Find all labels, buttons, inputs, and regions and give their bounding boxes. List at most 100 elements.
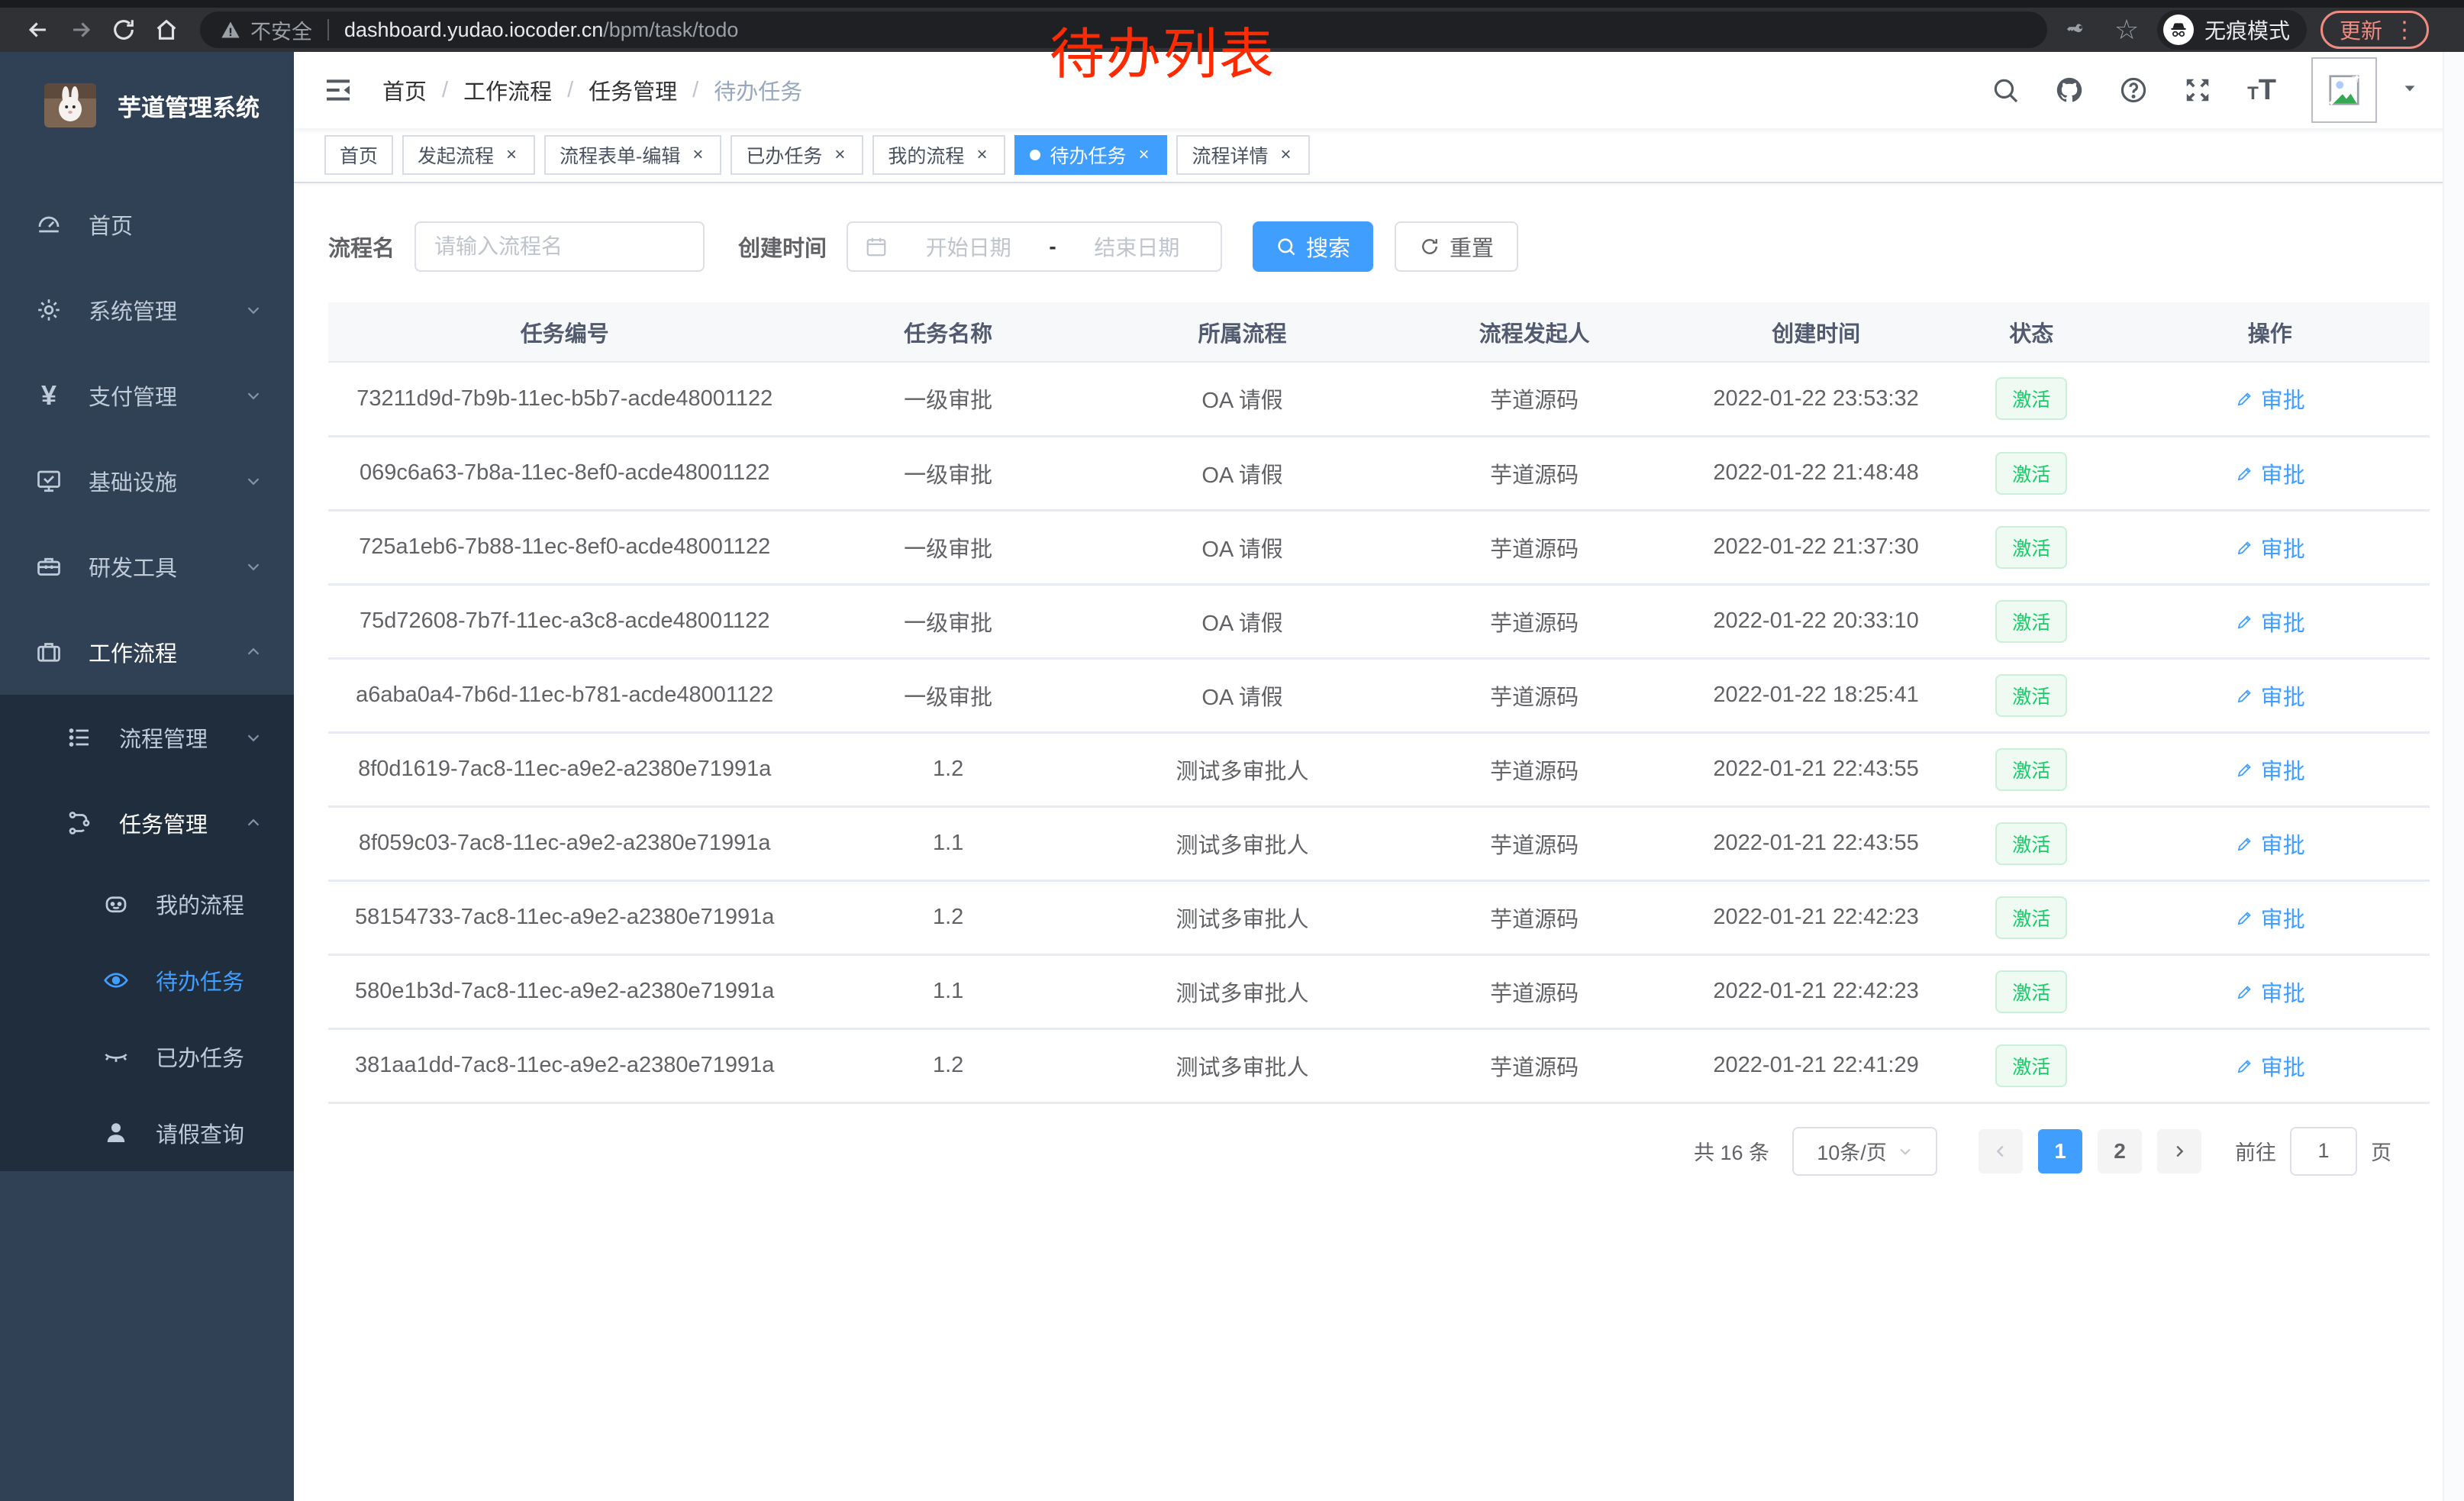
sidebar-item-我的流程[interactable]: 我的流程 [0,866,294,942]
approve-link[interactable]: 审批 [2235,383,2305,415]
tab-已办任务[interactable]: 已办任务× [730,135,863,175]
chevron-down-icon [243,557,263,576]
action-cell: 审批 [2110,880,2430,954]
sidebar-menu: 首页系统管理¥支付管理基础设施研发工具工作流程流程管理任务管理我的流程待办任务已… [0,182,294,1171]
github-icon[interactable] [2055,76,2084,105]
status-cell: 激活 [1953,732,2110,806]
approve-link[interactable]: 审批 [2235,1050,2305,1082]
created-cell: 2022-01-21 22:42:23 [1679,880,1953,954]
prev-page-button[interactable] [1979,1129,2023,1173]
scrollbar-track[interactable] [2443,52,2464,1501]
sidebar-item-已办任务[interactable]: 已办任务 [0,1018,294,1095]
task-id-cell: 58154733-7ac8-11ec-a9e2-a2380e71991a [328,880,801,954]
sidebar-item-流程管理[interactable]: 流程管理 [0,695,294,780]
bookmark-star-icon[interactable]: ☆ [2110,14,2143,46]
font-size-icon[interactable]: TT [2247,74,2276,107]
security-warning[interactable]: 不安全 [220,15,312,45]
process-name-input[interactable] [414,221,705,272]
sidebar-item-任务管理[interactable]: 任务管理 [0,780,294,866]
breadcrumb-item[interactable]: 工作流程 [463,74,552,106]
task-id-cell: 8f0d1619-7ac8-11ec-a9e2-a2380e71991a [328,732,801,806]
tab-流程详情[interactable]: 流程详情× [1176,135,1309,175]
approve-link[interactable]: 审批 [2235,679,2305,712]
sidebar-item-支付管理[interactable]: ¥支付管理 [0,353,294,438]
sidebar-logo[interactable]: 芋道管理系统 [0,52,294,159]
fullscreen-icon[interactable] [2183,76,2212,105]
sidebar-item-首页[interactable]: 首页 [0,182,294,267]
sidebar-item-系统管理[interactable]: 系统管理 [0,267,294,353]
status-badge: 激活 [1995,970,2067,1013]
browser-back-button[interactable] [17,11,60,48]
search-icon[interactable] [1991,76,2020,105]
yuan-icon: ¥ [34,380,64,411]
start-date-placeholder: 开始日期 [901,231,1035,262]
process-cell: 测试多审批人 [1095,954,1389,1028]
browser-forward-button[interactable] [60,11,102,48]
task-id-cell: 73211d9d-7b9b-11ec-b5b7-acde48001122 [328,362,801,436]
approve-link[interactable]: 审批 [2235,754,2305,786]
approve-link[interactable]: 审批 [2235,828,2305,860]
task-name-cell: 1.2 [801,1028,1095,1102]
flow-icon [64,808,95,838]
action-cell: 审批 [2110,510,2430,584]
tab-close-icon[interactable]: × [831,144,848,166]
sidebar-toggle-button[interactable] [317,69,360,111]
tab-close-icon[interactable]: × [1135,144,1152,166]
browser-home-button[interactable] [145,11,188,48]
column-header-所属流程: 所属流程 [1095,302,1389,362]
breadcrumb-item[interactable]: 任务管理 [589,74,677,106]
date-range-picker[interactable]: 开始日期 - 结束日期 [847,221,1222,272]
tab-close-icon[interactable]: × [1278,144,1295,166]
sidebar-item-label: 我的流程 [156,888,244,920]
task-table: 任务编号任务名称所属流程流程发起人创建时间状态操作 73211d9d-7b9b-… [328,302,2430,1104]
browser-menu-icon[interactable]: ⋮ [2393,17,2416,44]
process-cell: OA 请假 [1095,510,1389,584]
tags-view: 首页发起流程×流程表单-编辑×已办任务×我的流程×待办任务×流程详情× [294,128,2464,183]
search-button[interactable]: 搜索 [1253,221,1373,272]
reset-button[interactable]: 重置 [1395,221,1518,272]
status-cell: 激活 [1953,880,2110,954]
approve-link[interactable]: 审批 [2235,605,2305,638]
next-page-button[interactable] [2157,1129,2201,1173]
browser-reload-button[interactable] [102,11,145,48]
tab-待办任务[interactable]: 待办任务× [1014,135,1167,175]
active-tab-dot [1030,150,1040,160]
tab-流程表单-编辑[interactable]: 流程表单-编辑× [544,135,721,175]
sidebar-item-工作流程[interactable]: 工作流程 [0,609,294,695]
process-cell: 测试多审批人 [1095,1028,1389,1102]
tab-close-icon[interactable]: × [973,144,990,166]
sidebar-item-待办任务[interactable]: 待办任务 [0,942,294,1018]
page-button-1[interactable]: 1 [2038,1129,2082,1173]
tab-close-icon[interactable]: × [689,144,706,166]
page-size-select[interactable]: 10条/页 [1792,1127,1937,1176]
refresh-icon [1419,236,1440,257]
created-cell: 2022-01-22 18:25:41 [1679,658,1953,732]
starter-cell: 芋道源码 [1389,806,1679,880]
sidebar-item-基础设施[interactable]: 基础设施 [0,438,294,524]
sidebar-item-研发工具[interactable]: 研发工具 [0,524,294,609]
browser-update-button[interactable]: 更新 ⋮ [2320,11,2429,49]
goto-page-input[interactable] [2290,1127,2357,1176]
password-key-icon[interactable] [2062,18,2096,42]
reload-icon [111,17,137,43]
process-cell: 测试多审批人 [1095,880,1389,954]
user-avatar[interactable] [2311,57,2377,123]
page-button-2[interactable]: 2 [2098,1129,2142,1173]
approve-link[interactable]: 审批 [2235,976,2305,1008]
avatar-caret-icon[interactable] [2401,80,2418,101]
process-cell: 测试多审批人 [1095,806,1389,880]
action-cell: 审批 [2110,1028,2430,1102]
approve-link[interactable]: 审批 [2235,902,2305,934]
tab-close-icon[interactable]: × [503,144,520,166]
calendar-icon [865,235,888,258]
tab-我的流程[interactable]: 我的流程× [872,135,1005,175]
range-separator: - [1049,234,1056,259]
sidebar-item-请假查询[interactable]: 请假查询 [0,1095,294,1171]
tab-发起流程[interactable]: 发起流程× [402,135,535,175]
status-badge: 激活 [1995,1044,2067,1087]
approve-link[interactable]: 审批 [2235,457,2305,489]
help-icon[interactable] [2119,76,2148,105]
approve-link[interactable]: 审批 [2235,531,2305,563]
breadcrumb-item[interactable]: 首页 [382,74,427,106]
tab-首页[interactable]: 首页 [324,135,393,175]
